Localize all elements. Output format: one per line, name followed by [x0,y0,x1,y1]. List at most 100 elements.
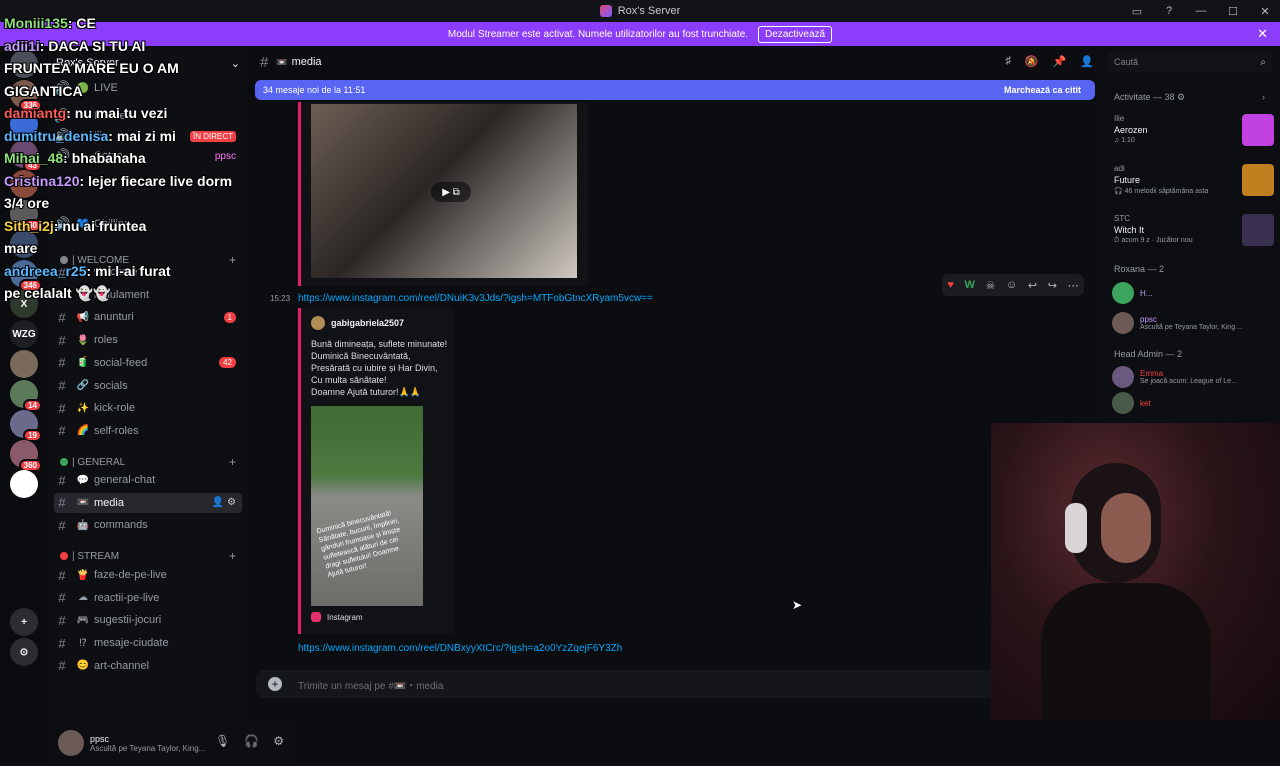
maximize-button[interactable]: ☐ [1226,5,1240,18]
add-channel-icon[interactable]: + [229,549,236,563]
help-icon[interactable]: ? [1162,5,1176,17]
embed-line: Cu multa sănătate! [311,375,387,385]
hash-icon: # [58,355,66,371]
channel-general-chat[interactable]: # 💬 general-chat [54,470,242,490]
channel-commands[interactable]: # 🤖 commands [54,515,242,535]
channel-name: art-channel [94,659,150,672]
channel-emoji-icon: ☁ [78,592,88,604]
avatar [311,316,325,330]
threads-icon[interactable]: ♯ [1005,55,1011,68]
chat-message: dumitru_denisa: mai zi mi [4,127,176,145]
unread-badge: 42 [219,357,236,369]
chat-text: lejer fiecare live dorm [88,172,233,189]
activity-card[interactable]: Ilie Aerozen ♫ 1:10 [1114,114,1274,154]
chat-message: mare [4,239,37,257]
channel-roles[interactable]: # 🌷 roles [54,330,242,350]
add-server-icon[interactable]: + [10,608,38,636]
reply-icon[interactable]: ↩ [1028,279,1037,292]
close-icon[interactable]: ✕ [1257,26,1268,42]
member-item[interactable]: H... [1112,280,1276,306]
avatar[interactable] [58,730,84,756]
member-item[interactable]: ppsc Ascultă pe Teyana Taylor, King ... [1112,310,1276,336]
window-title: Rox's Server [617,5,681,17]
channel-name: sugestii-jocuri [94,614,162,627]
new-messages-bar[interactable]: 34 mesaje noi de la 11:51 Marchează ca c… [255,80,1095,100]
channel-emoji-icon: 🎮 [76,614,90,626]
embed-image[interactable]: Duminică binecuvântată! Sănătate, bucuri… [311,406,423,606]
disable-streamer-button[interactable]: Dezactivează [758,25,833,43]
message-link[interactable]: https://www.instagram.com/reel/DNuiK3v3J… [298,293,653,304]
embed-footer: Instagram [311,612,363,622]
add-channel-icon[interactable]: + [229,455,236,469]
close-window-button[interactable]: ✕ [1258,5,1272,18]
member-item[interactable]: Emma Se joacă acum: League of Le... [1112,364,1276,390]
headphones-icon[interactable]: 🎧 [244,734,259,748]
video-thumbnail[interactable]: ▶ ⧉ [311,104,577,278]
server-icon[interactable] [10,350,38,378]
server-icon[interactable]: 360 [10,440,42,472]
channel-name: mesaje-ciudate [94,637,169,650]
chat-text: nu mai tu vezi [74,105,168,121]
chat-message: Moniii135: CE [4,14,96,32]
hash-icon: # [58,612,66,628]
gear-icon[interactable]: ⚙ [273,734,284,748]
embed-author[interactable]: gabigabriela2507 [311,316,404,330]
category-stream[interactable]: | STREAM + [60,548,240,564]
channel-settings-icon[interactable]: 👤 ⚙ [212,497,236,508]
chevron-right-icon[interactable]: › [1262,92,1265,102]
add-reaction-icon[interactable]: ☺ [1006,279,1017,291]
composer-input[interactable]: Trimite un mesaj pe #📼・media [298,677,443,692]
search-input[interactable]: Caută ⌕ [1108,52,1272,72]
inbox-icon[interactable]: ▭ [1130,5,1144,18]
activity-card[interactable]: adi Future 🎧 46 melodii săptămâna asta [1114,164,1274,204]
forward-icon[interactable]: ↪ [1048,279,1057,292]
chat-message: damiantg: nu mai tu vezi [4,104,167,122]
message-link[interactable]: https://www.instagram.com/reel/DNBxyyXtC… [298,643,622,654]
hash-icon: # [58,472,66,488]
skull-reaction-icon[interactable]: ☠ [986,279,996,292]
channel-kick-role[interactable]: # ✨ kick-role [54,398,242,418]
channel-title: media [291,56,322,68]
hash-icon: # [58,400,66,416]
play-icon[interactable]: ▶ ⧉ [431,182,471,202]
minimize-button[interactable]: — [1194,5,1208,17]
channel-emoji-icon: 🤖 [76,519,90,531]
channel-reactii-pe-live[interactable]: # ☁ reactii-pe-live [54,588,242,608]
channel-name: commands [94,519,148,532]
category-general[interactable]: | GENERAL + [60,454,240,470]
server-icon[interactable]: LG [10,470,38,498]
channel-self-roles[interactable]: # 🌈 self-roles [54,421,242,441]
chat-username: Mihai_48 [4,150,64,166]
more-icon[interactable]: ⋯ [1068,279,1079,292]
server-icon[interactable]: 19 [10,410,42,442]
instagram-embed: gabigabriela2507 Bună dimineața, suflete… [298,308,454,634]
explore-icon[interactable]: ⊙ [10,638,38,666]
pin-icon[interactable]: 📌 [1053,55,1067,68]
channel-art-channel[interactable]: # 😊 art-channel [54,656,242,676]
microphone-icon[interactable]: 🎙 [215,734,230,748]
w-reaction-icon[interactable]: W [964,279,974,291]
chat-message: adii1i: DACA SI TU AI [4,37,145,55]
add-attachment-icon[interactable]: + [268,677,282,691]
channel-emoji-icon: ✨ [76,402,90,414]
channel-name: general-chat [94,474,156,486]
heart-reaction-icon[interactable]: ♥ [947,279,954,291]
channel-name: reactii-pe-live [94,591,160,604]
notification-bell-icon[interactable]: 🔕 [1025,55,1039,68]
message-composer[interactable]: + Trimite un mesaj pe #📼・media 🎁 [256,670,1088,698]
channel-media[interactable]: # 📼 media 👤 ⚙ [54,492,242,513]
channel-social-feed[interactable]: # 🧃 social-feed 42 [54,353,242,373]
instagram-icon [311,612,321,622]
activity-card[interactable]: STC Witch It ⏱ acum 9 z · Jucător nou [1114,214,1274,254]
channel-socials[interactable]: # 🔗 socials [54,376,242,396]
server-icon[interactable]: 14 [10,380,42,412]
member-item[interactable]: ket [1112,390,1276,416]
activity-header[interactable]: Activitate — 38 ⚙ [1114,92,1185,103]
member-list-icon[interactable]: 👤 [1080,55,1094,68]
channel-faze-de-pe-live[interactable]: # 🍟 faze-de-pe-live [54,565,242,585]
hash-icon: # [260,53,269,71]
channel-sugestii-jocuri[interactable]: # 🎮 sugestii-jocuri [54,610,242,630]
mark-read-button[interactable]: Marchează ca citit [1004,85,1081,95]
hash-icon: # [58,378,66,393]
channel-mesaje-ciudate[interactable]: # ⁉ mesaje-ciudate [54,633,242,653]
